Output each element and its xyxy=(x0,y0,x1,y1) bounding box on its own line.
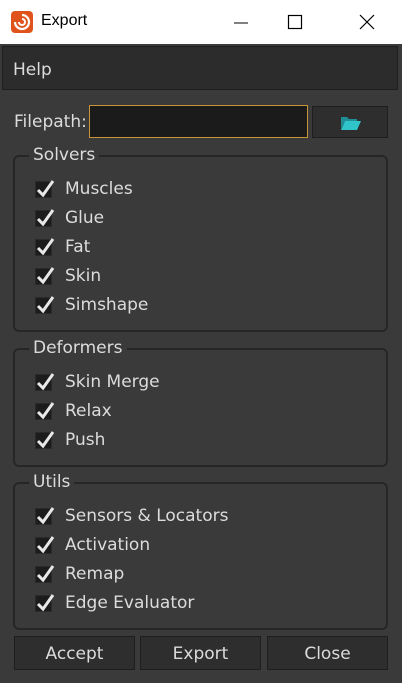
minimize-button[interactable] xyxy=(218,0,264,44)
utils-group: Utils Sensors & Locators Activation Rema… xyxy=(13,472,388,630)
export-button[interactable]: Export xyxy=(140,636,261,670)
checkbox-label: Muscles xyxy=(65,179,133,199)
window-title: Export xyxy=(41,12,88,29)
maximize-button[interactable] xyxy=(272,0,318,44)
close-icon xyxy=(359,14,375,30)
close-window-button[interactable] xyxy=(344,0,390,44)
folder-open-icon xyxy=(341,117,361,130)
checkbox-box[interactable] xyxy=(35,373,55,391)
close-button[interactable]: Close xyxy=(267,636,388,670)
checkmark-icon xyxy=(36,180,55,198)
group-title: Utils xyxy=(29,472,75,492)
browse-button[interactable] xyxy=(312,106,388,138)
checkmark-icon xyxy=(36,238,55,256)
checkbox-box[interactable] xyxy=(35,209,55,227)
checkbox-box[interactable] xyxy=(35,238,55,256)
solvers-group: Solvers Muscles Glue Fat Skin Simshape xyxy=(13,145,388,332)
checkbox-label: Skin Merge xyxy=(65,372,160,392)
filepath-label: Filepath: xyxy=(14,112,87,132)
title-bar: Export xyxy=(0,0,402,44)
deformers-group: Deformers Skin Merge Relax Push xyxy=(13,338,388,467)
group-title: Solvers xyxy=(29,145,100,165)
checkbox-box[interactable] xyxy=(35,431,55,449)
checkbox-label: Remap xyxy=(65,564,125,584)
checkbox-label: Skin xyxy=(65,266,102,286)
accept-button[interactable]: Accept xyxy=(14,636,135,670)
checkmark-icon xyxy=(36,594,55,612)
maximize-icon xyxy=(287,14,303,30)
checkbox-box[interactable] xyxy=(35,180,55,198)
checkmark-icon xyxy=(36,209,55,227)
checkbox-box[interactable] xyxy=(35,536,55,554)
checkbox-label: Glue xyxy=(65,208,105,228)
checkmark-icon xyxy=(36,402,55,420)
filepath-input[interactable] xyxy=(89,105,308,138)
checkmark-icon xyxy=(36,536,55,554)
menu-bar: Help xyxy=(2,46,398,90)
menu-help[interactable]: Help xyxy=(13,60,52,80)
checkmark-icon xyxy=(36,431,55,449)
group-title: Deformers xyxy=(29,338,127,358)
checkbox-label: Relax xyxy=(65,401,112,421)
checkbox-box[interactable] xyxy=(35,565,55,583)
checkbox-label: Push xyxy=(65,430,106,450)
checkbox-label: Sensors & Locators xyxy=(65,506,229,526)
houdini-logo-icon xyxy=(11,11,33,33)
checkmark-icon xyxy=(36,296,55,314)
checkbox-label: Simshape xyxy=(65,295,149,315)
checkbox-label: Fat xyxy=(65,237,91,257)
checkbox-label: Activation xyxy=(65,535,151,555)
checkbox-label: Edge Evaluator xyxy=(65,593,195,613)
checkmark-icon xyxy=(36,507,55,525)
checkmark-icon xyxy=(36,373,55,391)
checkbox-box[interactable] xyxy=(35,267,55,285)
checkmark-icon xyxy=(36,565,55,583)
checkbox-box[interactable] xyxy=(35,296,55,314)
checkbox-box[interactable] xyxy=(35,402,55,420)
checkmark-icon xyxy=(36,267,55,285)
minimize-icon xyxy=(234,22,248,24)
checkbox-box[interactable] xyxy=(35,507,55,525)
checkbox-box[interactable] xyxy=(35,594,55,612)
